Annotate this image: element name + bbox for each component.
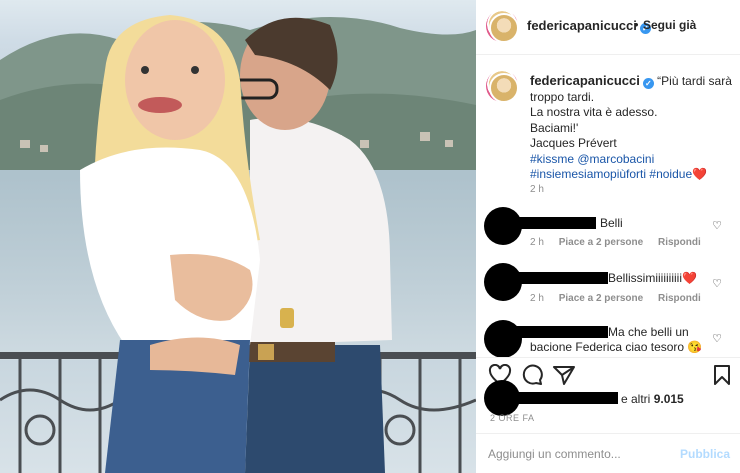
comment-likes[interactable]: Piace a 2 persone xyxy=(559,293,644,304)
heart-emoji: ❤️ xyxy=(692,167,708,181)
caption-username[interactable]: federicapanicucci xyxy=(530,73,640,88)
comment-like-heart-icon[interactable]: ♡ xyxy=(712,277,722,290)
comment-username-redacted xyxy=(506,272,608,284)
publish-button[interactable]: Pubblica xyxy=(680,447,730,461)
hashtag-link[interactable]: #kissme xyxy=(530,152,574,166)
likes-count: 9.015 xyxy=(653,392,684,406)
caption-text-line: “Più tardi sarà xyxy=(657,74,732,88)
comment-time[interactable]: 2 h xyxy=(530,293,544,304)
mention-link[interactable]: @marcobacini xyxy=(577,152,654,166)
caption-avatar[interactable] xyxy=(486,70,519,103)
photo-illustration xyxy=(0,15,476,473)
comment-text: Ma che belli un xyxy=(608,325,689,339)
comment-item: Belli 2 h Piace a 2 persone Rispondi ♡ xyxy=(476,207,740,248)
caption-tags-line-2: #insiemesiamopiùforti #noidue❤️ xyxy=(530,167,734,183)
caption-text-line: Jacques Prévert xyxy=(530,136,617,150)
comment-like-heart-icon[interactable]: ♡ xyxy=(712,219,722,232)
comment-meta: 2 h Piace a 2 persone Rispondi xyxy=(530,293,713,304)
verified-badge-icon: ✓ xyxy=(642,78,654,89)
comment-username-redacted xyxy=(506,326,608,338)
caption-text: federicapanicucci ✓ “Più tardi sarà tropp… xyxy=(530,73,734,183)
liker-username-redacted xyxy=(506,392,618,404)
post-sidebar: federicapanicucci ✓ • Segui già federicap… xyxy=(476,0,740,473)
comment-item: Ma che belli un bacione Federica ciao te… xyxy=(476,320,740,360)
comment-time[interactable]: 2 h xyxy=(530,237,544,248)
comment-meta: 2 h Piace a 2 persone Rispondi xyxy=(530,237,713,248)
comment-reply-button[interactable]: Rispondi xyxy=(658,237,701,248)
likes-text[interactable]: e altri 9.015 xyxy=(621,392,684,406)
header-username-text[interactable]: federicapanicucci xyxy=(527,18,637,33)
comment-item: Bellissimiiiiiiiiii❤️ 2 h Piace a 2 pers… xyxy=(476,263,740,304)
caption-tags-line-1: #kissme @marcobacini xyxy=(530,152,734,168)
caption-text-line: La nostra vita è adesso. xyxy=(530,105,658,119)
likes-summary: e altri 9.015 xyxy=(476,378,740,418)
comment-like-heart-icon[interactable]: ♡ xyxy=(712,332,722,345)
comment-username-redacted xyxy=(506,217,596,229)
caption-time[interactable]: 2 h xyxy=(530,184,544,195)
caption-line-1: federicapanicucci ✓ “Più tardi sarà xyxy=(530,73,734,90)
comment-likes[interactable]: Piace a 2 persone xyxy=(559,237,644,248)
header-username[interactable]: federicapanicucci ✓ xyxy=(527,18,651,34)
follow-button[interactable]: Segui già xyxy=(643,18,696,32)
comment-text-line: Bellissimiiiiiiiiii❤️ xyxy=(608,271,697,286)
likes-label: e altri xyxy=(621,392,651,406)
post-time[interactable]: 2 ORE FA xyxy=(490,413,535,423)
comment-input[interactable] xyxy=(488,444,678,464)
add-comment-bar: Pubblica xyxy=(476,433,740,473)
post-header: federicapanicucci ✓ • Segui già xyxy=(476,0,740,55)
comment-text: Bellissimiiiiiiiiii xyxy=(608,271,682,285)
hashtag-link[interactable]: #insiemesiamopiùforti xyxy=(530,167,646,181)
hashtag-link[interactable]: #noidue xyxy=(649,167,692,181)
caption-text-line: Baciami!' xyxy=(530,120,579,135)
post-photo[interactable] xyxy=(0,0,476,473)
comment-text: Belli xyxy=(600,216,623,230)
heart-emoji: ❤️ xyxy=(682,271,697,285)
avatar[interactable] xyxy=(486,10,519,43)
comment-text-line: bacione Federica ciao tesoro 😘 xyxy=(530,340,703,354)
separator-dot: • xyxy=(634,17,639,32)
comment-reply-button[interactable]: Rispondi xyxy=(658,293,701,304)
caption-text-line: troppo tardi. xyxy=(530,89,595,104)
